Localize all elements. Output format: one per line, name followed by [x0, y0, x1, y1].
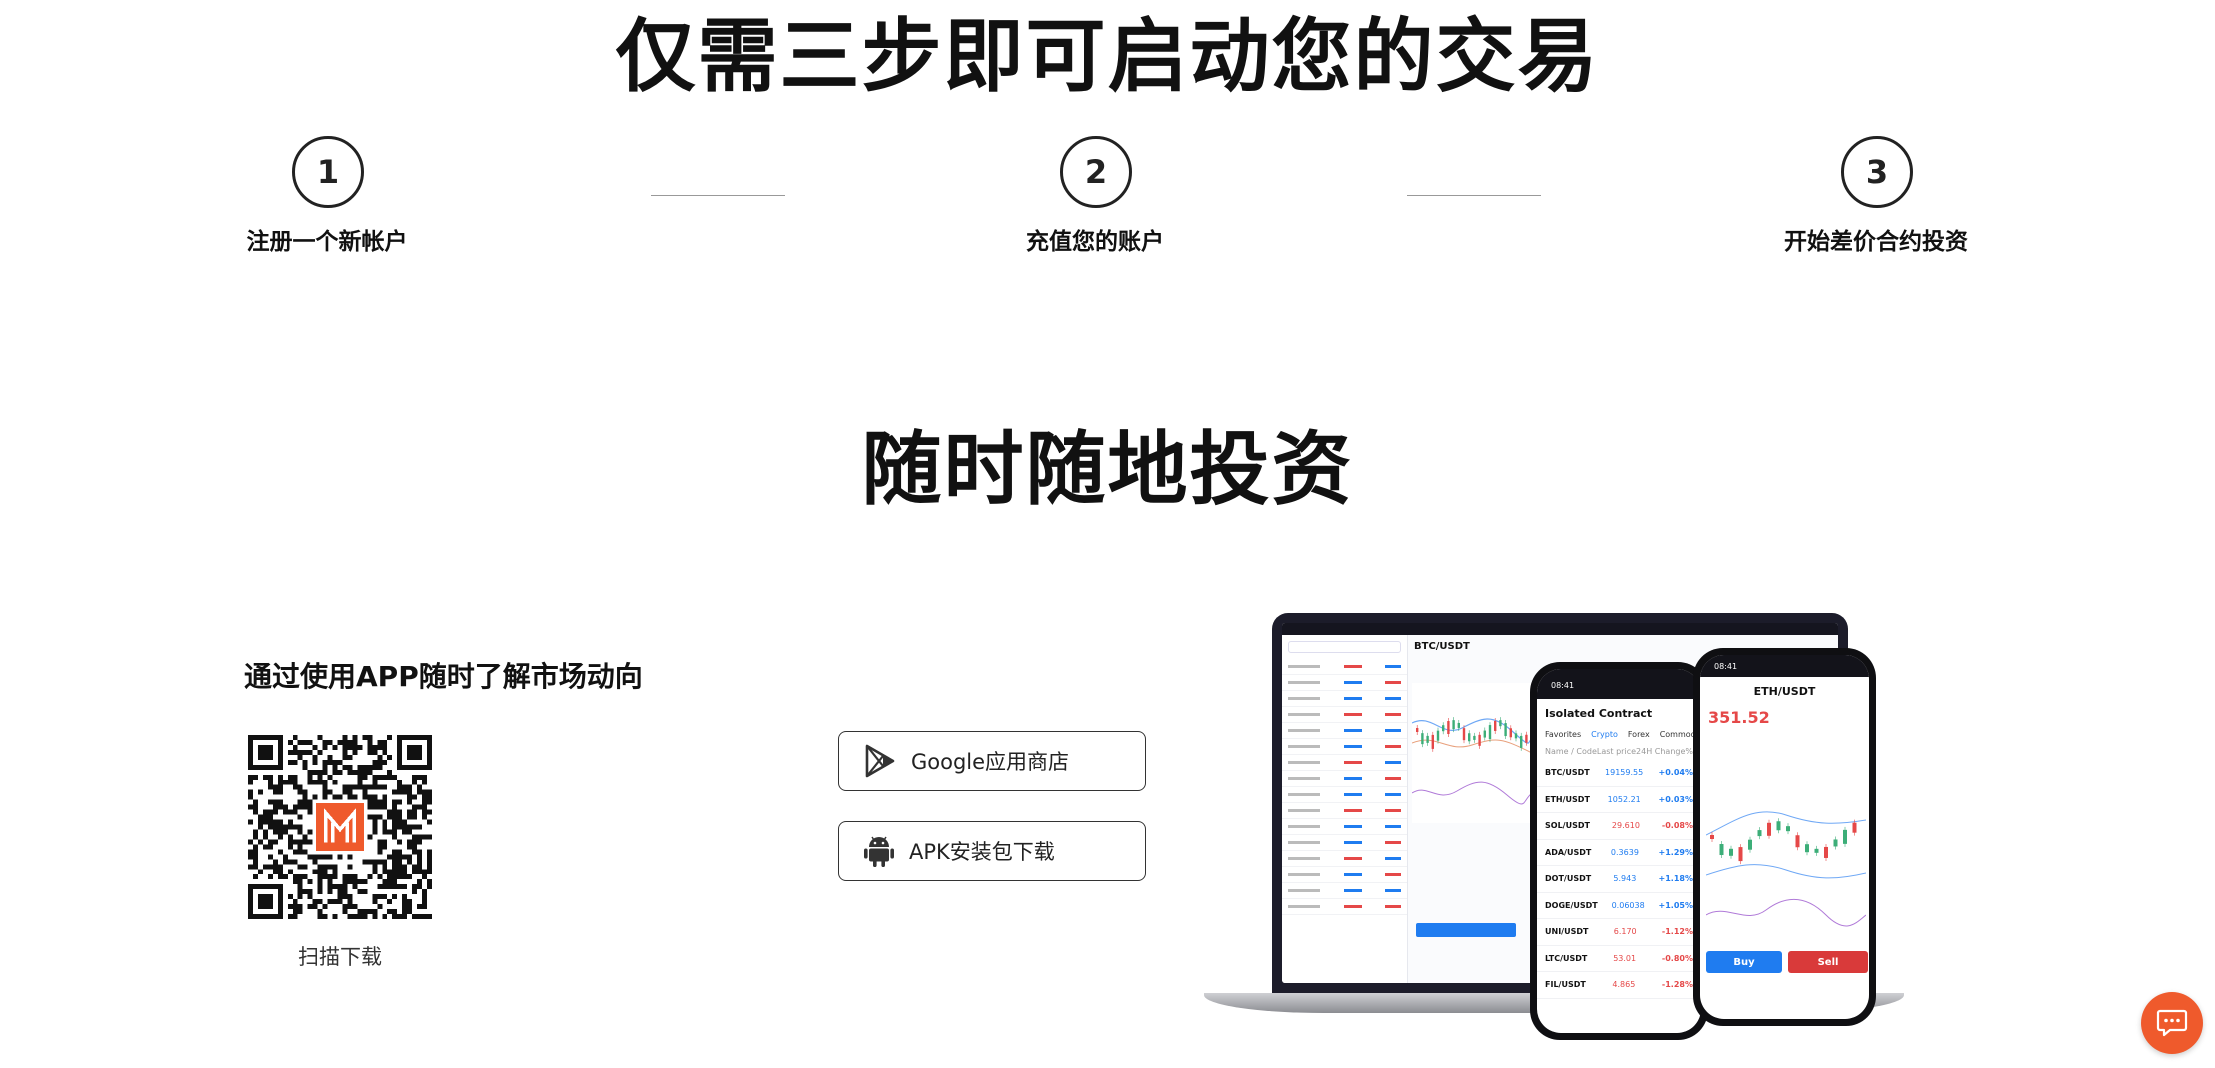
download-qr-code — [248, 735, 432, 919]
laptop-list-row — [1282, 675, 1407, 691]
apk-download-button[interactable]: APK安装包下载 — [838, 821, 1146, 881]
phone1-tab: Forex — [1627, 730, 1650, 739]
step-3-number: 3 — [1841, 136, 1913, 208]
market-price: 29.610 — [1611, 821, 1640, 831]
market-row: LTC/USDT 53.01 -0.80% — [1537, 946, 1701, 972]
step-2-label: 充值您的账户 — [1026, 229, 1164, 255]
laptop-list-row — [1282, 883, 1407, 899]
market-change: -0.08% — [1661, 821, 1693, 831]
laptop-list-row — [1282, 867, 1407, 883]
android-icon — [864, 836, 894, 867]
phone1-title: Isolated Contract — [1545, 707, 1653, 720]
laptop-list-row — [1282, 851, 1407, 867]
market-pair: BTC/USDT — [1545, 768, 1590, 778]
step-1-number: 1 — [292, 136, 364, 208]
laptop-list-row — [1282, 723, 1407, 739]
chat-bubble-icon — [2156, 1009, 2188, 1037]
step-1-label: 注册一个新帐户 — [246, 229, 408, 255]
step-2-number: 2 — [1060, 136, 1132, 208]
laptop-list-row — [1282, 755, 1407, 771]
market-pair: UNI/USDT — [1545, 927, 1589, 937]
market-row: UNI/USDT 6.170 -1.12% — [1537, 919, 1701, 946]
phone2-sell-button: Sell — [1788, 951, 1868, 973]
market-change: +0.03% — [1658, 794, 1693, 804]
laptop-list-row — [1282, 739, 1407, 755]
laptop-list-row — [1282, 787, 1407, 803]
phone2-price: 351.52 — [1708, 708, 1770, 727]
phone2-pair: ETH/USDT — [1753, 685, 1816, 698]
market-row: DOGE/USDT 0.06038 +1.05% — [1537, 893, 1701, 919]
market-row: ADA/USDT 0.3639 +1.29% — [1537, 840, 1701, 866]
market-pair: ADA/USDT — [1545, 847, 1592, 857]
laptop-list-row — [1282, 899, 1407, 915]
market-pair: DOGE/USDT — [1545, 900, 1598, 910]
market-change: +1.29% — [1658, 847, 1693, 857]
market-pair: DOT/USDT — [1545, 874, 1592, 884]
laptop-list-row — [1282, 659, 1407, 675]
phone1-tab: Favorites — [1545, 730, 1582, 739]
phone1-column: Name / Code — [1545, 747, 1597, 756]
google-play-button[interactable]: Google应用商店 — [838, 731, 1146, 791]
market-price: 0.06038 — [1611, 900, 1645, 910]
phone2-time: 08:41 — [1714, 662, 1738, 671]
invest-section-title: 随时随地投资 — [861, 423, 1354, 516]
phone-mockup-chart: 08:41 ETH/USDT 351.52 Buy Sell — [1693, 648, 1876, 1026]
google-play-icon — [865, 744, 895, 778]
market-row: DOT/USDT 5.943 +1.18% — [1537, 866, 1701, 893]
phone1-column: 24H Change% — [1636, 747, 1693, 756]
chat-support-button[interactable] — [2141, 992, 2203, 1054]
market-change: +1.18% — [1658, 874, 1693, 884]
phone2-buy-button: Buy — [1706, 951, 1782, 973]
market-change: -0.80% — [1661, 953, 1693, 963]
phone1-time: 08:41 — [1551, 681, 1575, 690]
market-change: +1.05% — [1658, 900, 1693, 910]
laptop-list-row — [1282, 707, 1407, 723]
app-subtitle: 通过使用APP随时了解市场动向 — [244, 660, 643, 693]
laptop-list-row — [1282, 819, 1407, 835]
phone1-column: Last price — [1596, 747, 1637, 756]
market-price: 4.865 — [1612, 980, 1636, 990]
market-change: -1.12% — [1661, 927, 1693, 937]
laptop-list-row — [1282, 803, 1407, 819]
market-pair: FIL/USDT — [1545, 980, 1586, 990]
market-price: 6.170 — [1613, 927, 1637, 937]
qr-caption: 扫描下载 — [298, 945, 382, 969]
market-change: +0.04% — [1658, 768, 1693, 778]
step-3-label: 开始差价合约投资 — [1784, 229, 1968, 255]
phone-mockup-markets: 08:41 Isolated Contract Favorites Crypto… — [1530, 662, 1708, 1040]
phone1-tab: Crypto — [1591, 730, 1618, 739]
market-change: -1.28% — [1661, 980, 1693, 990]
market-pair: SOL/USDT — [1545, 821, 1590, 831]
step-divider-2 — [1407, 195, 1541, 196]
market-row: BTC/USDT 19159.55 +0.04% — [1537, 760, 1701, 787]
market-price: 1052.21 — [1607, 794, 1641, 804]
step-divider-1 — [651, 195, 785, 196]
market-row: SOL/USDT 29.610 -0.08% — [1537, 813, 1701, 840]
apk-download-label: APK安装包下载 — [909, 840, 1055, 864]
market-price: 0.3639 — [1610, 847, 1639, 857]
market-row: ETH/USDT 1052.21 +0.03% — [1537, 787, 1701, 813]
laptop-list-row — [1282, 691, 1407, 707]
market-price: 19159.55 — [1605, 768, 1644, 778]
market-row: FIL/USDT 4.865 -1.28% — [1537, 972, 1701, 999]
market-price: 53.01 — [1613, 953, 1637, 963]
google-play-label: Google应用商店 — [911, 750, 1070, 774]
market-pair: LTC/USDT — [1545, 953, 1588, 963]
market-price: 5.943 — [1613, 874, 1637, 884]
steps-section-title: 仅需三步即可启动您的交易 — [615, 10, 1600, 103]
laptop-list-row — [1282, 835, 1407, 851]
laptop-pair: BTC/USDT — [1414, 641, 1470, 652]
laptop-list-row — [1282, 771, 1407, 787]
market-pair: ETH/USDT — [1545, 794, 1590, 804]
